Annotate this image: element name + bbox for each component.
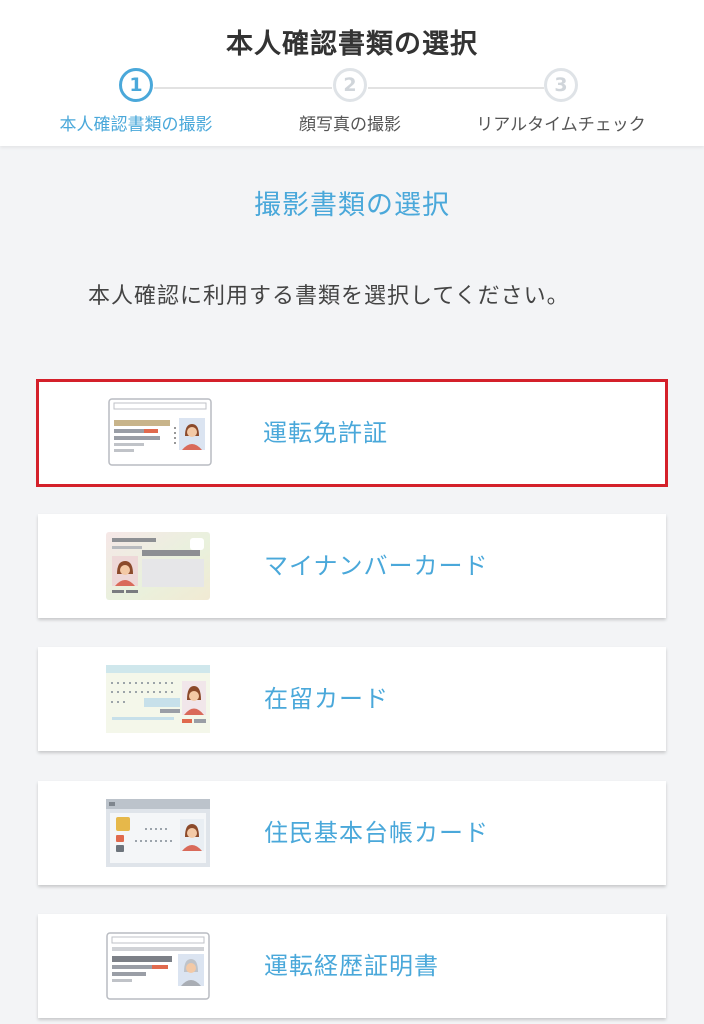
step-3-indicator: 3 [544, 68, 578, 102]
doc-option-resident-registry-card[interactable]: 住民基本台帳カード [38, 781, 666, 885]
step-1-label: 本人確認書類の撮影 [59, 115, 213, 135]
stepper-connector [368, 87, 544, 89]
doc-label: 住民基本台帳カード [264, 819, 489, 847]
stepper-connector [154, 87, 332, 89]
step-3-label: リアルタイムチェック [476, 115, 646, 135]
section-title: 撮影書類の選択 [254, 190, 450, 221]
doc-label: 在留カード [264, 685, 389, 713]
step-2-indicator: 2 [333, 68, 367, 102]
instruction-text: 本人確認に利用する書類を選択してください。 [88, 284, 570, 309]
doc-option-drivers-license[interactable]: 運転免許証 [36, 379, 668, 487]
doc-option-residence-card[interactable]: 在留カード [38, 647, 666, 751]
doc-option-my-number-card[interactable]: マイナンバーカード [38, 514, 666, 618]
doc-label: マイナンバーカード [264, 552, 489, 580]
doc-label: 運転免許証 [263, 419, 388, 447]
step-1-indicator: 1 [119, 68, 153, 102]
drivers-license-icon [108, 398, 212, 466]
resident-registry-card-icon [106, 799, 210, 867]
my-number-card-icon [106, 532, 210, 600]
driving-history-certificate-icon [106, 932, 210, 1000]
header: 本人確認書類の選択 1 2 3 本人確認書類の撮影 顔写真の撮影 リアルタイムチ… [0, 0, 704, 146]
doc-option-driving-history-certificate[interactable]: 運転経歴証明書 [38, 914, 666, 1018]
page-title: 本人確認書類の選択 [226, 29, 478, 60]
doc-label: 運転経歴証明書 [264, 952, 439, 980]
step-2-label: 顔写真の撮影 [299, 115, 401, 135]
residence-card-icon [106, 665, 210, 733]
